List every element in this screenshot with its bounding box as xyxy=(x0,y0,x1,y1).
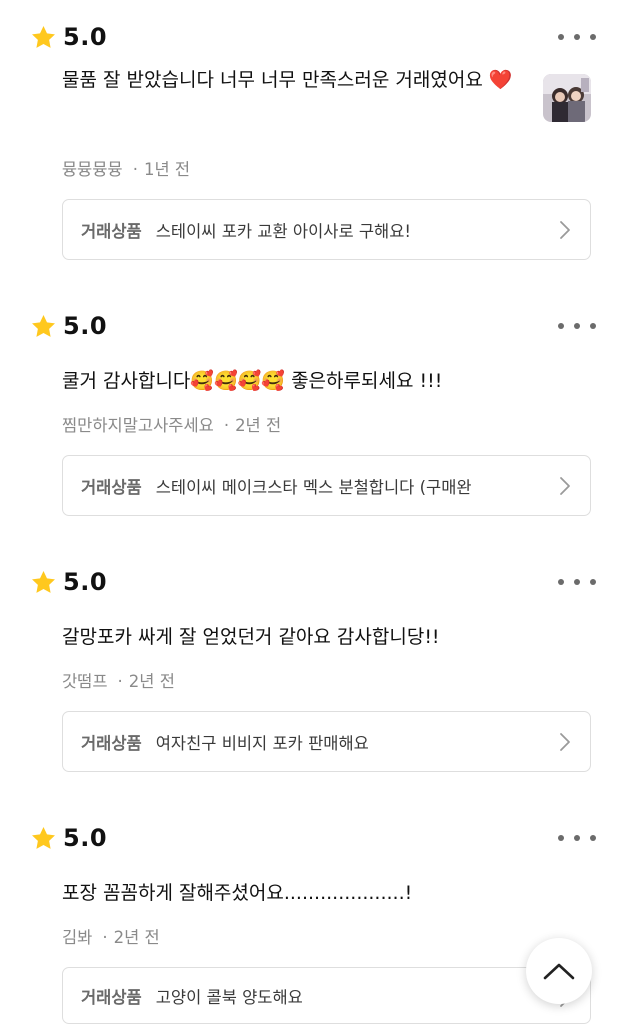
star-icon xyxy=(32,570,55,593)
review-time: 2년 전 xyxy=(235,416,282,435)
product-name: 여자친구 비비지 포카 판매해요 xyxy=(155,733,369,753)
chevron-right-icon xyxy=(560,477,570,495)
review-text: 쿨거 감사합니다🥰🥰🥰🥰 좋은하루되세요 !!! xyxy=(62,370,443,392)
product-name: 스테이씨 메이크스타 멕스 분철합니다 (구매완 xyxy=(155,477,472,497)
chevron-right-icon xyxy=(560,221,570,239)
meta-separator: · xyxy=(132,160,138,179)
more-icon-dot xyxy=(590,835,596,841)
more-icon xyxy=(558,835,564,841)
traded-product-link[interactable]: 거래상품 고양이 콜북 양도해요 xyxy=(62,967,591,1024)
traded-product-link[interactable]: 거래상품 스테이씨 메이크스타 멕스 분철합니다 (구매완 xyxy=(62,455,591,516)
more-options-button[interactable] xyxy=(558,571,596,593)
product-tag: 거래상품 xyxy=(81,221,142,241)
more-icon-dot xyxy=(590,34,596,40)
review-text: 물품 잘 받았습니다 너무 너무 만족스러운 거래였어요 ❤️ xyxy=(62,69,513,91)
traded-product-link[interactable]: 거래상품 스테이씨 포카 교환 아이사로 구해요! xyxy=(62,199,591,260)
meta-separator: · xyxy=(102,928,108,947)
review-meta: 갓떰프 · 2년 전 xyxy=(62,668,175,692)
more-options-button[interactable] xyxy=(558,315,596,337)
review-time: 2년 전 xyxy=(128,672,175,691)
more-options-button[interactable] xyxy=(558,26,596,48)
rating-row: 5.0 xyxy=(30,823,107,853)
review-photo-thumbnail[interactable] xyxy=(543,74,591,122)
review-meta: 뮹뮹뮹뮹 · 1년 전 xyxy=(62,156,190,180)
more-icon-dot xyxy=(574,34,580,40)
chevron-up-icon xyxy=(543,963,575,980)
author-name[interactable]: 김봐 xyxy=(62,928,92,947)
more-icon-dot xyxy=(590,579,596,585)
rating-row: 5.0 xyxy=(30,22,107,52)
chevron-right-icon xyxy=(560,733,570,751)
review-time: 1년 전 xyxy=(143,160,191,179)
product-tag: 거래상품 xyxy=(81,733,142,753)
rating-score: 5.0 xyxy=(63,23,108,51)
product-tag: 거래상품 xyxy=(81,987,142,1007)
review-text: 갈망포카 싸게 잘 얻었던거 같아요 감사합니당!! xyxy=(62,626,440,648)
rating-score: 5.0 xyxy=(63,568,108,596)
meta-separator: · xyxy=(117,672,123,691)
scroll-to-top-button[interactable] xyxy=(526,938,592,1004)
more-icon xyxy=(558,579,564,585)
rating-row: 5.0 xyxy=(30,567,107,597)
more-icon-dot xyxy=(574,579,580,585)
rating-row: 5.0 xyxy=(30,311,107,341)
product-name: 스테이씨 포카 교환 아이사로 구해요! xyxy=(155,221,412,241)
product-tag: 거래상품 xyxy=(81,477,142,497)
product-name: 고양이 콜북 양도해요 xyxy=(155,987,303,1007)
more-icon xyxy=(558,323,564,329)
meta-separator: · xyxy=(223,416,230,435)
photo-image xyxy=(543,74,591,122)
more-icon xyxy=(558,34,564,40)
review-text: 포장 꼼꼼하게 잘해주셨어요....................! xyxy=(62,882,413,904)
more-icon-dot xyxy=(574,323,580,329)
traded-product-link[interactable]: 거래상품 여자친구 비비지 포카 판매해요 xyxy=(62,711,591,772)
more-icon-dot xyxy=(574,835,580,841)
review-meta: 김봐 · 2년 전 xyxy=(62,924,160,948)
more-icon-dot xyxy=(590,323,596,329)
rating-score: 5.0 xyxy=(63,312,108,340)
more-options-button[interactable] xyxy=(558,827,596,849)
author-name[interactable]: 갓떰프 xyxy=(62,672,108,691)
author-name[interactable]: 찜만하지말고사주세요 xyxy=(62,416,214,435)
review-time: 2년 전 xyxy=(113,928,160,947)
star-icon xyxy=(32,25,55,48)
star-icon xyxy=(32,826,55,849)
review-meta: 찜만하지말고사주세요 · 2년 전 xyxy=(62,412,281,436)
star-icon xyxy=(32,314,55,337)
author-name[interactable]: 뮹뮹뮹뮹 xyxy=(62,160,123,179)
rating-score: 5.0 xyxy=(63,824,108,852)
